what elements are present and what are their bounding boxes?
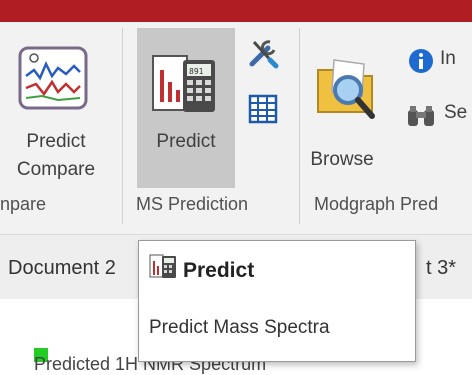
tools-button[interactable] — [246, 36, 280, 70]
browse-button-label: Browse — [310, 149, 374, 170]
predict-compare-label-line1: Predict — [26, 131, 86, 152]
table-grid-icon — [248, 94, 278, 124]
document-tab-2[interactable]: Document 2 — [8, 257, 116, 280]
browse-button[interactable]: Browse — [304, 28, 400, 188]
search-button[interactable]: Se — [406, 100, 472, 130]
group-label-modgraph: Modgraph Pred — [314, 194, 439, 214]
predict-compare-button[interactable]: Predict Compare — [0, 28, 112, 188]
info-button[interactable]: In — [408, 46, 472, 76]
folder-magnifier-icon — [317, 59, 375, 119]
binoculars-icon — [408, 106, 434, 126]
predict-compare-label-line2: Compare — [16, 159, 96, 180]
document-tab-3[interactable]: t 3* — [426, 257, 456, 280]
tooltip-title: Predict — [183, 259, 255, 282]
search-button-label: Se — [444, 102, 468, 123]
spectrum-compare-icon — [18, 46, 88, 110]
ribbon: Predict Compare npare 891 Predict MS Pre… — [0, 22, 472, 234]
svg-text:891: 891 — [189, 67, 204, 76]
info-icon — [409, 49, 433, 73]
wrench-screwdriver-icon — [249, 40, 279, 69]
mass-spec-calculator-icon: 891 — [152, 55, 215, 112]
predict-button[interactable]: 891 Predict — [137, 28, 235, 188]
group-label-ms-prediction: MS Prediction — [136, 194, 249, 214]
info-button-label: In — [440, 48, 456, 69]
predict-tooltip: Predict Predict Mass Spectra — [138, 240, 416, 362]
mass-spec-calculator-icon — [149, 254, 176, 278]
table-button[interactable] — [246, 92, 280, 126]
ribbon-separator — [122, 28, 123, 224]
group-label-compare: npare — [0, 194, 47, 214]
ribbon-separator — [299, 28, 300, 224]
tooltip-description: Predict Mass Spectra — [149, 317, 330, 338]
window-title-bar — [0, 0, 472, 22]
predict-button-label: Predict — [156, 131, 216, 152]
